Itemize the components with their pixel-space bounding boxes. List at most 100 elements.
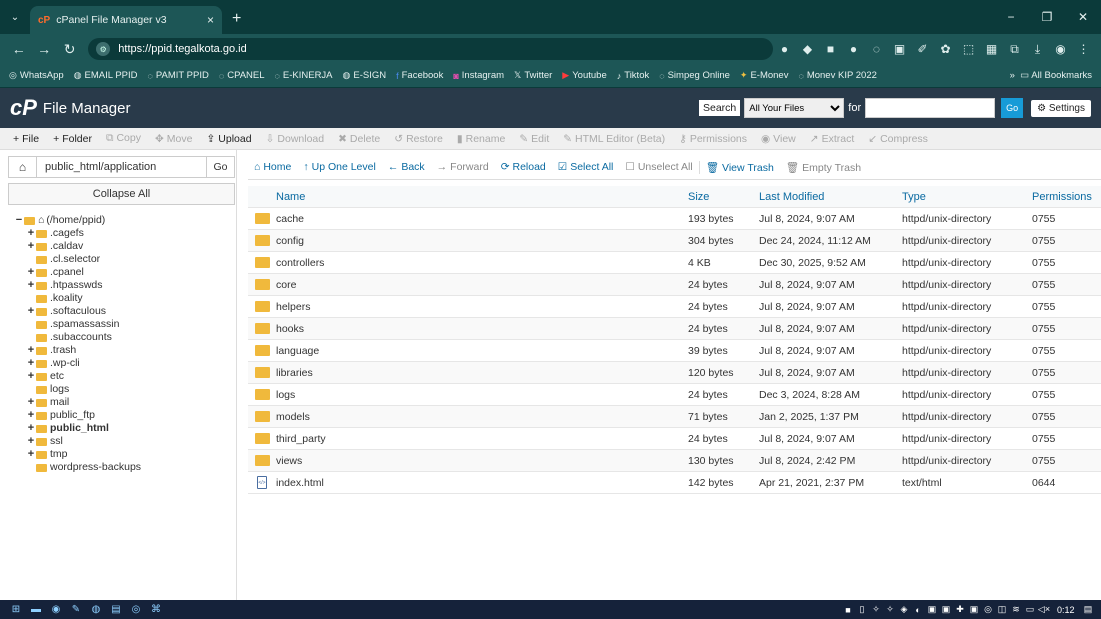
tree-node[interactable]: .cl.selector (14, 253, 234, 266)
tray-icon[interactable]: ✚ (953, 604, 967, 615)
action-home-button[interactable]: ⌂ Home (248, 161, 297, 173)
toolbar-download-button[interactable]: ⇩ Download (259, 133, 332, 145)
table-row[interactable]: views 130 bytes Jul 8, 2024, 2:42 PM httpd/… (248, 450, 1101, 472)
tray-icon[interactable]: ▯ (855, 604, 869, 615)
toolbar-permissions-button[interactable]: ⚷ Permissions (672, 133, 754, 145)
extension-icon[interactable]: ◌ (865, 42, 888, 57)
bookmark[interactable]: ▶ Youtube (557, 70, 611, 81)
column-header[interactable]: Size (688, 191, 759, 203)
toolbar-copy-button[interactable]: ⧉ Copy (99, 132, 148, 145)
table-row[interactable]: logs 24 bytes Dec 3, 2024, 8:28 AM httpd/un… (248, 384, 1101, 406)
tray-icon[interactable]: ◈ (897, 604, 911, 615)
extension-icon[interactable]: ✿ (934, 42, 957, 57)
tab-search-icon[interactable]: ⌄ (0, 0, 30, 34)
reload-icon[interactable]: ↻ (57, 41, 82, 58)
tray-icon[interactable]: ◎ (981, 604, 995, 615)
tree-node[interactable]: + mail (14, 396, 234, 409)
tree-toggle-icon[interactable]: + (26, 227, 36, 240)
tree-node[interactable]: + .wp-cli (14, 357, 234, 370)
tree-toggle-icon[interactable]: + (26, 344, 36, 357)
tree-node[interactable]: + tmp (14, 448, 234, 461)
extension-icon[interactable]: ⬚ (957, 42, 980, 57)
tree-node[interactable]: + ssl (14, 435, 234, 448)
action-empty-trash-button[interactable]: 🗑 Empty Trash (780, 161, 867, 174)
tree-toggle-icon[interactable]: + (26, 448, 36, 461)
tree-toggle-icon[interactable]: + (26, 370, 36, 383)
tree-toggle-icon[interactable]: + (26, 422, 36, 435)
toolbar-rename-button[interactable]: ▮ Rename (450, 133, 512, 145)
tray-icon[interactable]: ▣ (967, 604, 981, 615)
bookmark[interactable]: 𝕏 Twitter (509, 70, 557, 81)
bookmark[interactable]: ◍ E-SIGN (338, 70, 392, 81)
download-icon[interactable]: ⤓ (1026, 42, 1049, 57)
extension-icon[interactable]: ▣ (888, 42, 911, 57)
home-icon[interactable]: ⌂ (9, 157, 37, 177)
address-bar[interactable]: ⚙ https://ppid.tegalkota.go.id (88, 38, 773, 60)
search-scope-select[interactable]: All Your Files (744, 98, 845, 118)
tree-toggle-icon[interactable]: + (26, 305, 36, 318)
toolbar-move-button[interactable]: ✥ Move (148, 133, 200, 145)
action-up-one-level-button[interactable]: ↑ Up One Level (297, 161, 381, 173)
close-window-icon[interactable]: ✕ (1065, 10, 1101, 24)
tree-node[interactable]: − ⌂ (/home/ppid) (14, 214, 234, 227)
search-go-button[interactable]: Go (1001, 98, 1024, 118)
table-row[interactable]: hooks 24 bytes Jul 8, 2024, 9:07 AM httpd/u… (248, 318, 1101, 340)
maximize-icon[interactable]: ❐ (1029, 10, 1065, 24)
column-header[interactable]: Permissions (1032, 191, 1101, 203)
tree-toggle-icon[interactable]: + (26, 266, 36, 279)
action-forward-button[interactable]: → Forward (431, 161, 495, 173)
notification-icon[interactable]: ▤ (1081, 604, 1095, 615)
tray-icon[interactable]: ■ (841, 605, 855, 615)
battery-icon[interactable]: ▭ (1023, 604, 1037, 615)
vscode-taskbar-icon[interactable]: ⌘ (146, 604, 166, 615)
table-row[interactable]: libraries 120 bytes Jul 8, 2024, 9:07 AM ht… (248, 362, 1101, 384)
profile-avatar[interactable]: ◉ (1049, 42, 1072, 57)
tray-icon[interactable]: ◐ (911, 605, 925, 615)
tree-node[interactable]: + public_ftp (14, 409, 234, 422)
clock[interactable]: 0:12 (1057, 605, 1075, 615)
all-bookmarks-button[interactable]: » ▭ All Bookmarks (1005, 70, 1097, 81)
bookmark[interactable]: ◌ Monev KIP 2022 (793, 70, 881, 81)
path-go-button[interactable]: Go (206, 157, 234, 177)
toolbar-file-button[interactable]: + File (6, 133, 46, 145)
toolbar-compress-button[interactable]: ↙ Compress (861, 133, 935, 145)
table-row[interactable]: controllers 4 KB Dec 30, 2025, 9:52 AM http… (248, 252, 1101, 274)
taskbar-app-icon[interactable]: ✎ (66, 604, 86, 615)
bookmark[interactable]: ◌ Simpeg Online (654, 70, 735, 81)
camera-extension-icon[interactable]: ● (773, 42, 796, 57)
wifi-icon[interactable]: ≋ (1009, 604, 1023, 615)
table-row[interactable]: third_party 24 bytes Jul 8, 2024, 9:07 AM h… (248, 428, 1101, 450)
tree-toggle-icon[interactable]: + (26, 435, 36, 448)
table-row[interactable]: language 39 bytes Jul 8, 2024, 9:07 AM http… (248, 340, 1101, 362)
toolbar-delete-button[interactable]: ✖ Delete (331, 133, 387, 145)
new-tab-button[interactable]: + (222, 10, 251, 34)
tree-node[interactable]: + public_html (14, 422, 234, 435)
tree-toggle-icon[interactable]: + (26, 357, 36, 370)
bookmark[interactable]: ◌ PAMIT PPID (143, 70, 214, 81)
table-row[interactable]: </> index.html 142 bytes Apr 21, 2021, 2:37… (248, 472, 1101, 494)
tree-node[interactable]: wordpress-backups (14, 461, 234, 474)
back-icon[interactable]: ← (6, 41, 31, 57)
tree-toggle-icon[interactable]: + (26, 279, 36, 292)
tree-toggle-icon[interactable]: + (26, 409, 36, 422)
bookmark[interactable]: f Facebook (391, 70, 448, 81)
taskbar-app-icon[interactable]: ◉ (46, 604, 66, 615)
column-header[interactable]: Last Modified (759, 191, 902, 203)
taskbar-app-icon[interactable]: ▬ (26, 604, 46, 615)
toolbar-upload-button[interactable]: ⇪ Upload (199, 133, 258, 145)
tree-toggle-icon[interactable]: + (26, 396, 36, 409)
table-row[interactable]: core 24 bytes Jul 8, 2024, 9:07 AM httpd/un… (248, 274, 1101, 296)
tree-toggle-icon[interactable]: − (14, 214, 24, 227)
search-input[interactable] (865, 98, 996, 118)
extension-icon[interactable]: ■ (819, 42, 842, 57)
tray-icon[interactable]: ✧ (869, 604, 883, 615)
extension-icon[interactable]: ▦ (980, 42, 1003, 57)
extensions-puzzle-icon[interactable]: ⧉ (1003, 42, 1026, 57)
extension-icon[interactable]: ✐ (911, 42, 934, 57)
action-reload-button[interactable]: ⟳ Reload (495, 161, 552, 173)
tray-icon[interactable]: ◫ (995, 604, 1009, 615)
bookmark[interactable]: ◌ E-KINERJA (270, 70, 338, 81)
action-select-all-button[interactable]: ☑ Select All (552, 161, 620, 173)
site-info-icon[interactable]: ⚙ (96, 42, 111, 56)
tray-icon[interactable]: ✧ (883, 604, 897, 615)
